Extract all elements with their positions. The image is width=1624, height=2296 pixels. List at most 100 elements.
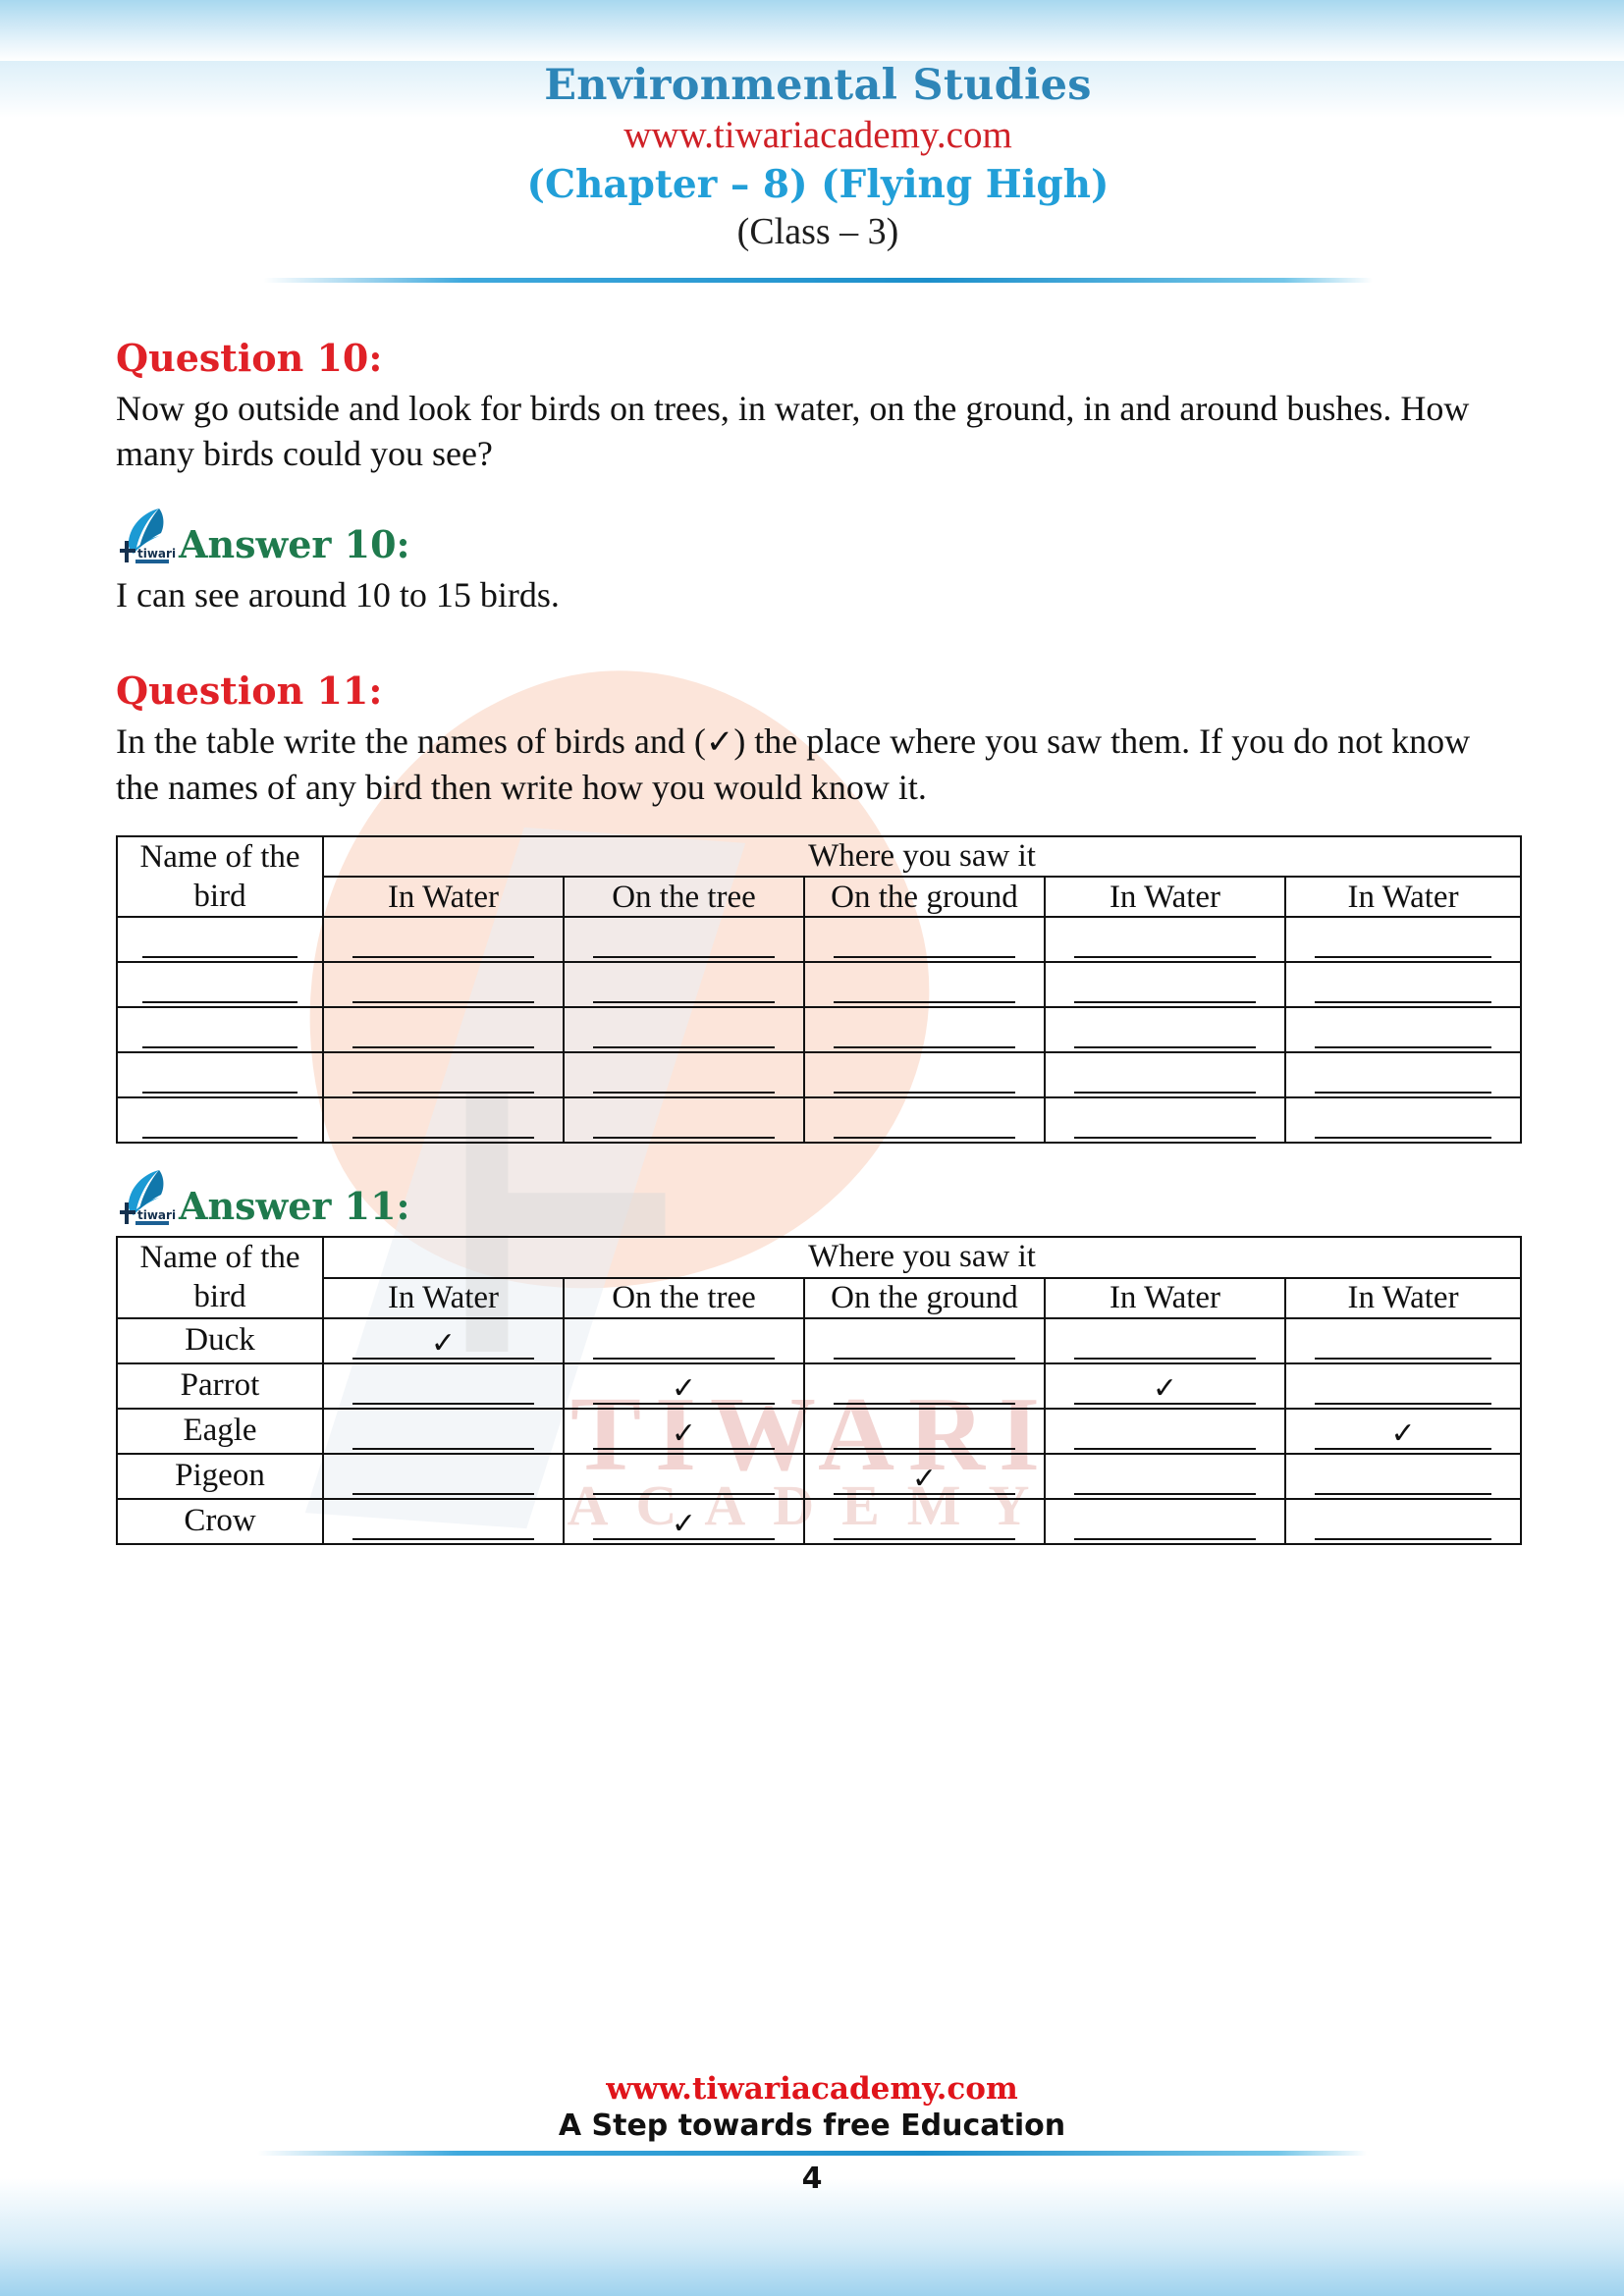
place-cell[interactable]: ✓: [563, 1407, 805, 1455]
table-row[interactable]: [116, 1051, 1523, 1099]
place-cell[interactable]: [803, 1316, 1046, 1364]
table-row[interactable]: [116, 1096, 1523, 1145]
svg-text:tiwari: tiwari: [137, 547, 176, 561]
place-cell[interactable]: [322, 1051, 565, 1099]
table-row[interactable]: Eagle ✓ ✓: [116, 1407, 1523, 1455]
place-cell[interactable]: [563, 1096, 805, 1145]
place-cell[interactable]: [1283, 1316, 1523, 1364]
place-cell[interactable]: [322, 1407, 565, 1455]
place-cell[interactable]: [563, 1051, 805, 1099]
write-line: [1074, 1447, 1256, 1450]
place-cell[interactable]: [1044, 1316, 1286, 1364]
header-chapter: (Chapter – 8) (Flying High): [526, 161, 1110, 207]
place-cell[interactable]: [322, 1096, 565, 1145]
bird-name-cell[interactable]: [116, 1006, 324, 1054]
place-cell[interactable]: [1283, 916, 1523, 964]
place-cell[interactable]: ✓: [803, 1452, 1046, 1500]
write-line: [593, 1137, 775, 1140]
question-10-heading: Question 10:: [116, 335, 383, 380]
table-header-name-of-bird: Name of the bird: [116, 834, 324, 919]
table-row[interactable]: Crow ✓: [116, 1497, 1523, 1545]
place-cell[interactable]: [803, 916, 1046, 964]
place-cell[interactable]: [1283, 1051, 1523, 1099]
place-cell[interactable]: [803, 1051, 1046, 1099]
bird-name-cell[interactable]: Pigeon: [116, 1452, 324, 1500]
bird-name-cell[interactable]: Eagle: [116, 1407, 324, 1455]
place-cell[interactable]: [322, 1006, 565, 1054]
write-line: [1074, 1092, 1256, 1095]
place-cell[interactable]: [1044, 1452, 1286, 1500]
place-cell[interactable]: [322, 1362, 565, 1410]
place-cell[interactable]: [803, 1362, 1046, 1410]
question-11-text: In the table write the names of birds an…: [116, 719, 1486, 810]
table-row[interactable]: [116, 1006, 1523, 1054]
place-cell[interactable]: [563, 961, 805, 1009]
answer-10-block: tiwari Answer 10: I can see around 10 to…: [116, 506, 1520, 617]
place-cell[interactable]: ✓: [563, 1362, 805, 1410]
answer-10-text: I can see around 10 to 15 birds.: [116, 574, 560, 614]
bird-name-cell[interactable]: [116, 1096, 324, 1145]
footer-website-url[interactable]: www.tiwariacademy.com: [0, 2071, 1624, 2107]
answer-10-heading-row: tiwari Answer 10:: [116, 506, 1520, 566]
place-cell[interactable]: ✓: [563, 1497, 805, 1545]
answer-10-heading: Answer 10:: [179, 521, 410, 566]
place-cell[interactable]: ✓: [322, 1316, 565, 1364]
header-website-url[interactable]: www.tiwariacademy.com: [116, 113, 1520, 159]
table-header-col-2: On the tree: [563, 876, 805, 919]
place-cell[interactable]: [1044, 1051, 1286, 1099]
table-row[interactable]: [116, 916, 1523, 964]
place-cell[interactable]: [563, 1452, 805, 1500]
table-row[interactable]: Pigeon ✓: [116, 1452, 1523, 1500]
write-line: [352, 1447, 534, 1450]
table-row[interactable]: Parrot ✓ ✓: [116, 1362, 1523, 1410]
check-mark-icon: ✓: [1152, 1371, 1178, 1405]
place-cell[interactable]: [1283, 1006, 1523, 1054]
place-cell[interactable]: [1044, 1006, 1286, 1054]
place-cell[interactable]: [322, 1497, 565, 1545]
place-cell[interactable]: [803, 1096, 1046, 1145]
place-cell[interactable]: [563, 916, 805, 964]
write-line: [1314, 956, 1492, 959]
place-cell[interactable]: [322, 961, 565, 1009]
bird-name-cell[interactable]: Parrot: [116, 1362, 324, 1410]
check-mark-icon: ✓: [671, 1371, 697, 1405]
table-row[interactable]: Duck ✓: [116, 1316, 1523, 1364]
question-11-text-part-1: In the table write the names of birds an…: [116, 721, 706, 762]
table-header-row-top: Name of the bird Where you saw it: [116, 1236, 1523, 1319]
write-line: [352, 956, 534, 959]
write-line: [1074, 1046, 1256, 1049]
answer-table-body: Name of the bird Where you saw it In Water…: [116, 1236, 1523, 1545]
page-content: Environmental Studies www.tiwariacademy.…: [0, 0, 1624, 2296]
place-cell[interactable]: [1283, 961, 1523, 1009]
place-cell[interactable]: [1283, 1096, 1523, 1145]
write-line: [352, 1402, 534, 1405]
place-cell[interactable]: [803, 1497, 1046, 1545]
bird-name-cell[interactable]: [116, 961, 324, 1009]
place-cell[interactable]: [1044, 961, 1286, 1009]
answer-bird-table-wrapper: Name of the bird Where you saw it In Water…: [116, 1236, 1523, 1545]
place-cell[interactable]: [1283, 1452, 1523, 1500]
answer-11-block: tiwari Answer 11:: [116, 1167, 1520, 1228]
bird-name-cell[interactable]: Duck: [116, 1316, 324, 1364]
place-cell[interactable]: [803, 961, 1046, 1009]
place-cell[interactable]: [1283, 1362, 1523, 1410]
place-cell[interactable]: [563, 1006, 805, 1054]
place-cell[interactable]: [322, 1452, 565, 1500]
place-cell[interactable]: [563, 1316, 805, 1364]
content-column: Environmental Studies www.tiwariacademy.…: [116, 0, 1523, 1545]
place-cell[interactable]: [1044, 1096, 1286, 1145]
place-cell[interactable]: [1044, 1407, 1286, 1455]
bird-name-cell[interactable]: [116, 916, 324, 964]
place-cell[interactable]: [1044, 916, 1286, 964]
write-line: [834, 1402, 1015, 1405]
place-cell[interactable]: ✓: [1044, 1362, 1286, 1410]
bird-name-cell[interactable]: [116, 1051, 324, 1099]
table-row[interactable]: [116, 961, 1523, 1009]
place-cell[interactable]: [803, 1006, 1046, 1054]
place-cell[interactable]: ✓: [1283, 1407, 1523, 1455]
place-cell[interactable]: [1044, 1497, 1286, 1545]
bird-name-cell[interactable]: Crow: [116, 1497, 324, 1545]
place-cell[interactable]: [322, 916, 565, 964]
place-cell[interactable]: [803, 1407, 1046, 1455]
place-cell[interactable]: [1283, 1497, 1523, 1545]
